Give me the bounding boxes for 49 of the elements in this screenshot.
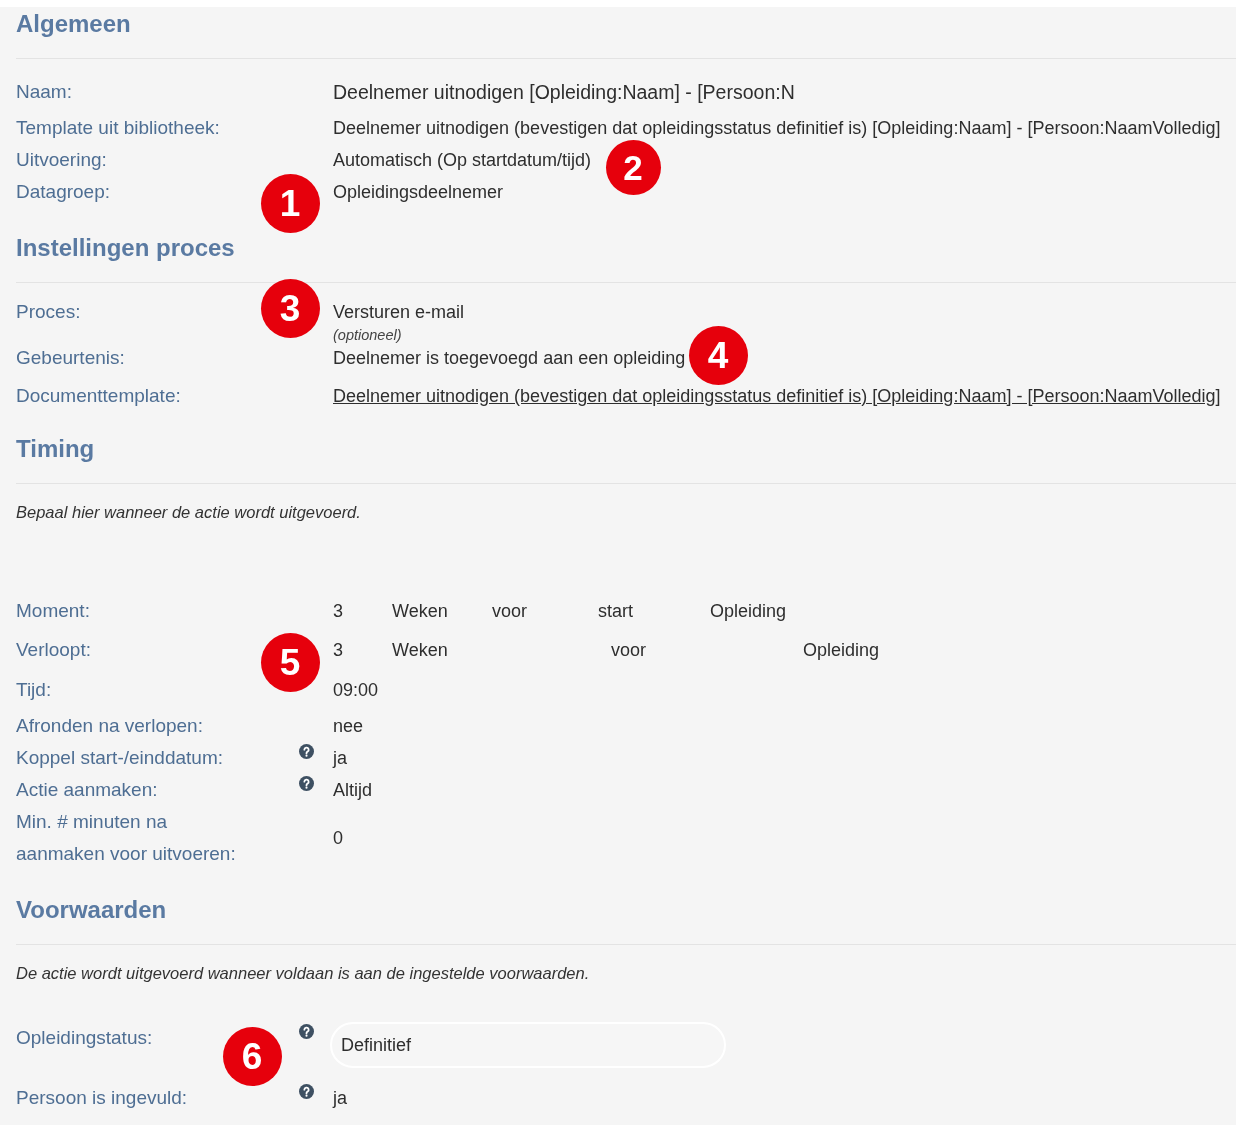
status-field[interactable]: Definitief [330, 1022, 726, 1068]
field-label: Gebeurtenis: [16, 346, 125, 370]
field-label: Moment: [16, 599, 90, 623]
timing-value: 3 [333, 600, 343, 623]
section-heading: Timing [16, 434, 95, 464]
timing-value: Weken [392, 600, 448, 623]
field-label: Actie aanmaken: [16, 778, 158, 802]
section-heading: Algemeen [16, 9, 131, 39]
section-description: Bepaal hier wanneer de actie wordt uitgevoerd. [16, 502, 361, 522]
timing-value: Opleiding [710, 600, 787, 623]
field-label: Uitvoering: [16, 148, 107, 172]
field-value: Deelnemer is toegevoegd aan een opleiding [333, 347, 686, 370]
field-label: Datagroep: [16, 180, 110, 204]
field-label: Verloopt: [16, 638, 91, 662]
field-value: Automatisch (Op startdatum/tijd) [333, 149, 592, 172]
field-label: Min. # minuten na aanmaken voor uitvoeren: [16, 810, 237, 866]
timing-value: voor [611, 639, 646, 662]
field-value: ja [333, 747, 347, 770]
help-icon[interactable] [299, 776, 314, 791]
optional-hint: (optioneel) [333, 328, 402, 342]
field-label: Opleidingstatus: [16, 1026, 153, 1050]
help-icon[interactable] [299, 1084, 314, 1099]
field-label: Documenttemplate: [16, 384, 181, 408]
timing-value: voor [492, 600, 527, 623]
help-icon[interactable] [299, 744, 314, 759]
section-description: De actie wordt uitgevoerd wanneer voldaan is aan de ingestelde voorwaarden. [16, 963, 590, 983]
field-label: Koppel start-/einddatum: [16, 746, 223, 770]
field-value: Deelnemer uitnodigen (bevestigen dat opleidingsstatus definitief is) [Opleiding:Naam] - [Persoon:NaamVolledig] [333, 117, 1221, 140]
field-label: Naam: [16, 80, 72, 104]
help-icon[interactable] [299, 1024, 314, 1039]
field-label: Proces: [16, 300, 81, 324]
field-value: Opleidingsdeelnemer [333, 181, 504, 204]
timing-value: Opleiding [803, 639, 880, 662]
timing-value: 3 [333, 639, 343, 662]
field-value: Altijd [333, 779, 372, 802]
field-label: Tijd: [16, 678, 52, 702]
field-value: ja [333, 1087, 347, 1110]
field-label: Afronden na verlopen: [16, 714, 203, 738]
field-label: Persoon is ingevuld: [16, 1086, 188, 1110]
field-value: 0 [333, 827, 343, 850]
field-value: 09:00 [333, 679, 379, 702]
field-value: Versturen e-mail [333, 301, 465, 324]
field-value: nee [333, 715, 364, 738]
section-heading: Instellingen proces [16, 233, 235, 263]
timing-value: start [598, 600, 633, 623]
name-value: Deelnemer uitnodigen [Opleiding:Naam] - [Persoon:N [333, 80, 795, 105]
section-heading: Voorwaarden [16, 895, 167, 925]
field-label: Template uit bibliotheek: [16, 116, 220, 140]
timing-value: Weken [392, 639, 448, 662]
